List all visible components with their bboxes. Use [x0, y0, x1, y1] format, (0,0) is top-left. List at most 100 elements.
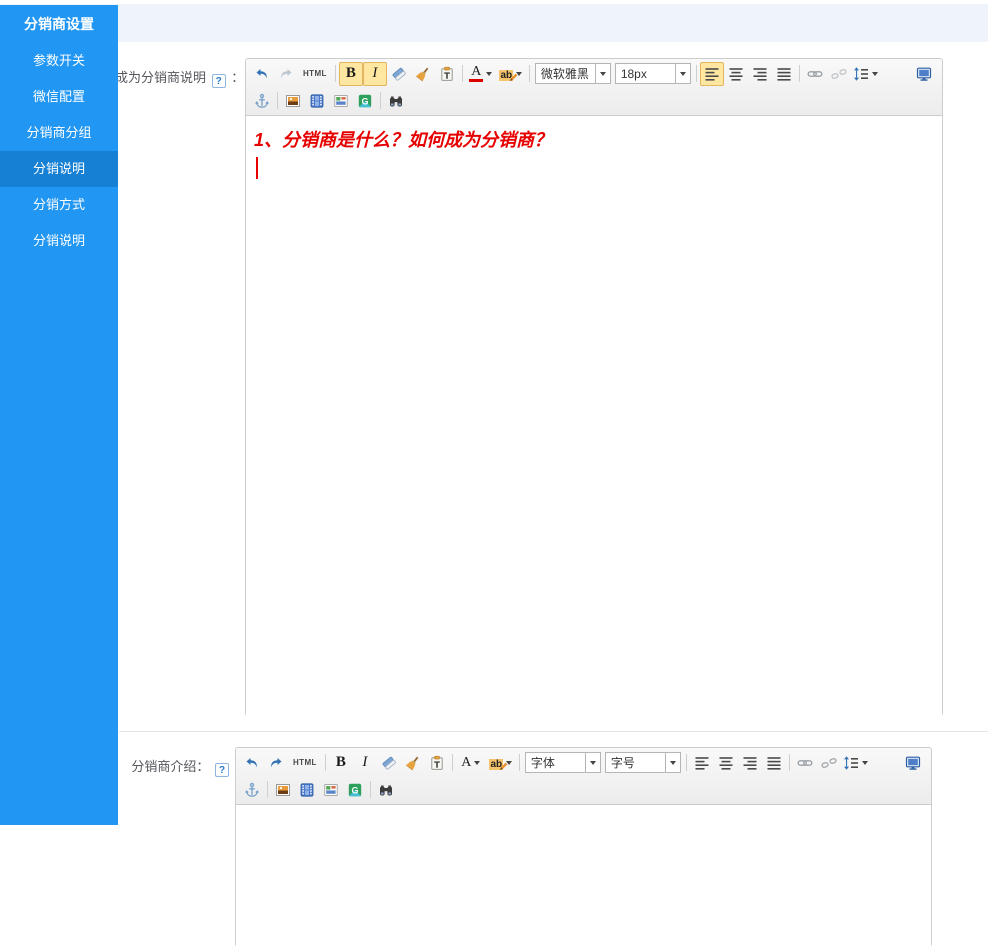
align-right-button[interactable]: [748, 62, 772, 86]
align-left-button[interactable]: [700, 62, 724, 86]
sidebar-item-distribution-note-2[interactable]: 分销说明: [0, 223, 118, 259]
link-icon: [807, 66, 823, 82]
align-center-button[interactable]: [724, 62, 748, 86]
redo-button[interactable]: [264, 751, 288, 775]
insert-link-button[interactable]: [803, 62, 827, 86]
map-icon: G: [357, 93, 373, 109]
highlight-color-button[interactable]: ab: [486, 751, 516, 775]
film-strip-icon: [299, 782, 315, 798]
rich-text-editor-1: HTML B I A ab: [245, 58, 943, 716]
font-color-button[interactable]: A: [456, 751, 486, 775]
font-family-select[interactable]: 字体: [525, 752, 601, 773]
align-left-icon: [694, 755, 710, 771]
paste-plain-text-button[interactable]: [425, 751, 449, 775]
line-height-button[interactable]: [841, 751, 871, 775]
editor1-label-colon: ：: [231, 70, 244, 85]
format-brush-button[interactable]: [411, 62, 435, 86]
sidebar-item-distribution-method[interactable]: 分销方式: [0, 187, 118, 223]
brush-icon: [415, 66, 431, 82]
toolbar-separator: [696, 65, 697, 82]
toolbar-separator: [452, 754, 453, 771]
html-source-button[interactable]: HTML: [288, 751, 322, 775]
chevron-down-icon: [486, 72, 492, 76]
unlink-button[interactable]: [827, 62, 851, 86]
find-replace-button[interactable]: [384, 89, 408, 113]
gallery-icon: [323, 782, 339, 798]
highlight-color-button[interactable]: ab: [496, 62, 526, 86]
editor2-label-text: 分销商介绍：: [131, 759, 209, 774]
align-right-button[interactable]: [738, 751, 762, 775]
toolbar-separator: [519, 754, 520, 771]
sidebar-item-wechat-config[interactable]: 微信配置: [0, 79, 118, 115]
eraser-button[interactable]: [387, 62, 411, 86]
align-right-icon: [742, 755, 758, 771]
align-justify-button[interactable]: [762, 751, 786, 775]
italic-button[interactable]: I: [353, 751, 377, 775]
align-left-button[interactable]: [690, 751, 714, 775]
font-color-icon: A: [469, 65, 483, 82]
sidebar: 分销商设置 参数开关 微信配置 分销商分组 分销说明 分销方式 分销说明: [0, 5, 118, 825]
binoculars-icon: [388, 93, 404, 109]
insert-media-button[interactable]: [295, 778, 319, 802]
top-header-band: [0, 4, 988, 42]
map-icon: G: [347, 782, 363, 798]
sidebar-title[interactable]: 分销商设置: [0, 5, 118, 43]
undo-icon: [254, 66, 270, 82]
toolbar-separator: [267, 781, 268, 798]
unlink-icon: [831, 66, 847, 82]
insert-map-button[interactable]: G: [343, 778, 367, 802]
insert-image-button[interactable]: [271, 778, 295, 802]
anchor-button[interactable]: [240, 778, 264, 802]
toolbar-separator: [325, 754, 326, 771]
line-height-button[interactable]: [851, 62, 881, 86]
unlink-button[interactable]: [817, 751, 841, 775]
insert-media-button[interactable]: [305, 89, 329, 113]
fullscreen-button[interactable]: [912, 62, 936, 86]
italic-button[interactable]: I: [363, 62, 387, 86]
font-family-select[interactable]: 微软雅黑: [535, 63, 611, 84]
align-center-button[interactable]: [714, 751, 738, 775]
font-color-button[interactable]: A: [466, 62, 496, 86]
insert-map-button[interactable]: G: [353, 89, 377, 113]
editor1-toolbar: HTML B I A ab: [246, 59, 942, 116]
paste-plain-text-button[interactable]: [435, 62, 459, 86]
image-gallery-button[interactable]: [329, 89, 353, 113]
image-gallery-button[interactable]: [319, 778, 343, 802]
sidebar-item-distributor-group[interactable]: 分销商分组: [0, 115, 118, 151]
toolbar-separator: [370, 781, 371, 798]
bold-button[interactable]: B: [329, 751, 353, 775]
insert-image-button[interactable]: [281, 89, 305, 113]
help-icon[interactable]: ?: [212, 74, 226, 88]
toolbar-separator: [335, 65, 336, 82]
editor1-label-text: 成为分销商说明: [115, 70, 206, 85]
editor1-content-area[interactable]: 1、分销商是什么？如何成为分销商？: [246, 116, 942, 718]
anchor-button[interactable]: [250, 89, 274, 113]
undo-button[interactable]: [250, 62, 274, 86]
bold-button[interactable]: B: [339, 62, 363, 86]
eraser-button[interactable]: [377, 751, 401, 775]
binoculars-icon: [378, 782, 394, 798]
editor2-content-area[interactable]: [236, 805, 931, 950]
html-source-button[interactable]: HTML: [298, 62, 332, 86]
fullscreen-button[interactable]: [901, 751, 925, 775]
highlight-icon: ab: [499, 66, 513, 81]
sidebar-item-distribution-note-active[interactable]: 分销说明: [0, 151, 118, 187]
help-icon[interactable]: ?: [215, 763, 229, 777]
align-center-icon: [728, 66, 744, 82]
toolbar-separator: [462, 65, 463, 82]
redo-button[interactable]: [274, 62, 298, 86]
editor1-toolbar-row-2: G: [250, 87, 938, 114]
undo-button[interactable]: [240, 751, 264, 775]
align-justify-icon: [766, 755, 782, 771]
align-justify-button[interactable]: [772, 62, 796, 86]
format-brush-button[interactable]: [401, 751, 425, 775]
editor2-toolbar: HTML B I A ab: [236, 748, 931, 805]
find-replace-button[interactable]: [374, 778, 398, 802]
editor1-toolbar-row-1: HTML B I A ab: [250, 60, 938, 87]
insert-link-button[interactable]: [793, 751, 817, 775]
align-left-icon: [704, 66, 720, 82]
font-size-select[interactable]: 字号: [605, 752, 681, 773]
font-size-select[interactable]: 18px: [615, 63, 691, 84]
chevron-down-icon: [595, 64, 610, 83]
sidebar-item-param-switch[interactable]: 参数开关: [0, 43, 118, 79]
